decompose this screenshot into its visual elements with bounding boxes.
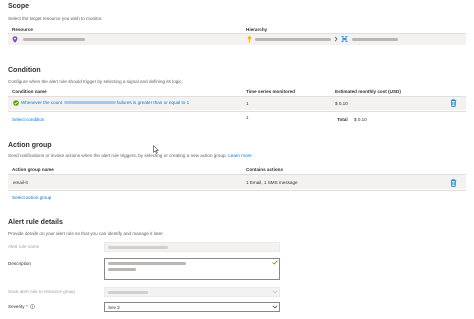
resource-group-name-redacted: [352, 37, 398, 43]
total-label: Total: [337, 117, 348, 122]
signal-name-redacted: [63, 101, 116, 105]
action-group-description: Send notifications or invoke actions whe…: [8, 153, 227, 158]
action-group-row: [8, 175, 466, 189]
alert-details-heading: Alert rule details: [8, 219, 63, 226]
severity-label-line: Severity *: [8, 304, 36, 310]
location-pin-icon: [12, 36, 18, 43]
footer-series-value: 1: [246, 115, 249, 120]
description-label: Description: [8, 261, 31, 266]
scope-description: Select the target resource you wish to m…: [8, 16, 103, 21]
description-text-redacted-2: [108, 267, 136, 271]
delete-action-group-button[interactable]: [450, 179, 457, 187]
action-group-name-header: Action group name: [12, 167, 54, 172]
condition-link[interactable]: Whenever the count failures is greater t…: [21, 100, 189, 106]
condition-text-start: Whenever the count: [21, 100, 63, 105]
action-group-description-line: Send notifications or invoke actions whe…: [8, 153, 252, 159]
severity-dropdown[interactable]: Sev 2: [104, 302, 280, 312]
resource-group-icon: [341, 36, 348, 42]
resource-name-redacted: [23, 37, 85, 43]
alert-rule-name-label: Alert rule name: [8, 244, 40, 249]
select-action-group-link[interactable]: Select action group: [12, 195, 51, 200]
key-icon: [247, 36, 252, 43]
info-icon: [30, 304, 36, 310]
hierarchy-chevron-icon: [334, 36, 338, 42]
alert-rule-name-redacted: [108, 246, 168, 250]
condition-name-header: Condition name: [12, 89, 47, 94]
learn-more-link[interactable]: Learn more: [228, 153, 252, 158]
alert-rule-name-field[interactable]: [104, 242, 280, 252]
condition-description: Configure when the alert rule should tri…: [8, 79, 183, 84]
delete-condition-button[interactable]: [450, 99, 457, 107]
save-rg-value-redacted: [108, 291, 148, 295]
condition-series-value: 1: [246, 101, 249, 106]
severity-chevron-down-icon: [272, 305, 278, 309]
trash-icon: [450, 99, 457, 107]
action-group-name-value: email-it: [13, 180, 28, 185]
scope-hierarchy-header: Hierarchy: [246, 27, 268, 32]
valid-check-icon: [272, 260, 278, 265]
save-rg-chevron-down-icon: [272, 290, 278, 294]
description-text-redacted: [108, 262, 186, 266]
severity-value: Sev 2: [108, 304, 120, 310]
time-series-header: Time series monitored: [246, 89, 295, 94]
severity-label: Severity: [8, 304, 25, 309]
description-textarea[interactable]: [104, 258, 280, 280]
contains-actions-header: Contains actions: [246, 167, 284, 172]
condition-cost-value: $ 0.10: [335, 101, 348, 106]
alert-details-description: Provide details on your alert rule so th…: [8, 231, 164, 236]
contains-actions-value: 1 Email, 1 SMS message: [246, 180, 298, 185]
action-group-heading: Action group: [8, 142, 52, 149]
save-rg-dropdown[interactable]: [104, 287, 280, 297]
condition-success-icon: [13, 100, 19, 106]
condition-text-end: failures is greater than or equal to 1: [116, 100, 190, 105]
subscription-name-redacted: [255, 37, 331, 43]
required-asterisk: *: [26, 304, 28, 309]
scope-resource-header: Resource: [12, 27, 33, 32]
select-condition-link[interactable]: Select condition: [12, 117, 44, 122]
save-rg-label: Save alert rule to resource group: [8, 289, 75, 294]
condition-heading: Condition: [8, 67, 41, 74]
estimated-cost-header: Estimated monthly cost (USD): [335, 89, 401, 94]
trash-icon: [450, 179, 457, 187]
total-value: $ 0.10: [354, 117, 367, 122]
scope-heading: Scope: [8, 3, 30, 10]
